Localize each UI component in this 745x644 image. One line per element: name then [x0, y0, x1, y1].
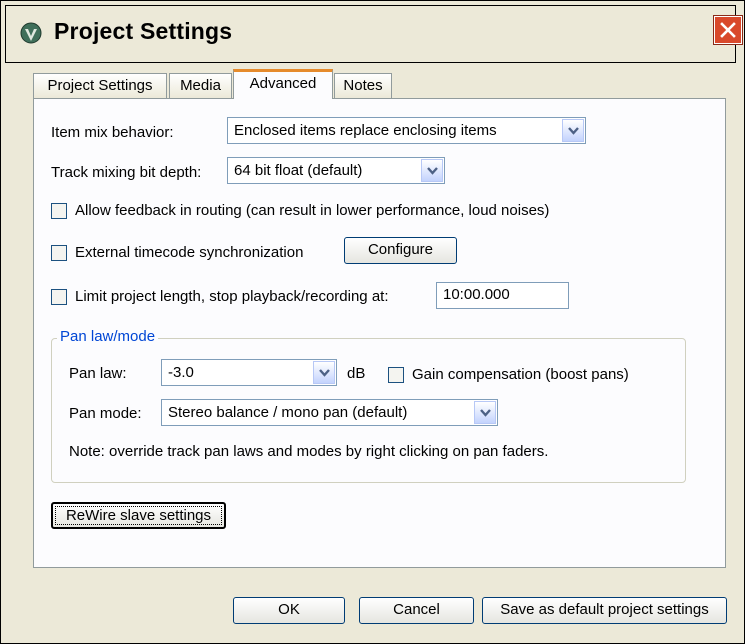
cancel-button[interactable]: Cancel [359, 597, 474, 624]
tab-project-settings[interactable]: Project Settings [33, 73, 167, 98]
bit-depth-dropdown[interactable]: 64 bit float (default) [227, 157, 445, 184]
ok-button[interactable]: OK [233, 597, 345, 624]
configure-button[interactable]: Configure [344, 237, 457, 264]
chevron-down-icon[interactable] [313, 361, 335, 384]
limit-length-field[interactable] [436, 282, 569, 309]
tab-advanced[interactable]: Advanced [233, 69, 333, 99]
pan-law-label: Pan law: [69, 365, 127, 382]
pan-law-group-title: Pan law/mode [57, 328, 159, 345]
close-button[interactable] [713, 15, 743, 45]
gain-compensation-checkbox[interactable] [388, 367, 404, 383]
limit-length-input[interactable] [437, 283, 568, 306]
tab-notes[interactable]: Notes [334, 73, 392, 98]
limit-length-label: Limit project length, stop playback/reco… [75, 288, 389, 305]
pan-law-value: -3.0 [168, 364, 194, 381]
pan-law-dropdown[interactable]: -3.0 [161, 359, 337, 386]
limit-length-checkbox[interactable] [51, 289, 67, 305]
allow-feedback-checkbox[interactable] [51, 203, 67, 219]
title-bar[interactable]: Project Settings [5, 5, 743, 63]
reaper-app-icon [20, 22, 42, 44]
timecode-sync-checkbox[interactable] [51, 245, 67, 261]
chevron-down-icon[interactable] [562, 119, 584, 142]
timecode-sync-label: External timecode synchronization [75, 244, 304, 261]
gain-compensation-label: Gain compensation (boost pans) [412, 366, 629, 383]
item-mix-dropdown[interactable]: Enclosed items replace enclosing items [227, 117, 586, 144]
pan-mode-value: Stereo balance / mono pan (default) [168, 404, 408, 421]
save-default-button[interactable]: Save as default project settings [482, 597, 727, 624]
chevron-down-icon[interactable] [474, 401, 496, 424]
pan-note: Note: override track pan laws and modes … [69, 443, 549, 460]
pan-mode-label: Pan mode: [69, 405, 142, 422]
pan-mode-dropdown[interactable]: Stereo balance / mono pan (default) [161, 399, 498, 426]
rewire-slave-settings-button[interactable]: ReWire slave settings [51, 502, 226, 529]
chevron-down-icon[interactable] [421, 159, 443, 182]
tab-media[interactable]: Media [169, 73, 232, 98]
item-mix-value: Enclosed items replace enclosing items [234, 122, 497, 139]
project-settings-dialog: Project Settings Project Settings Media … [0, 0, 745, 644]
bit-depth-value: 64 bit float (default) [234, 162, 363, 179]
db-unit-label: dB [347, 365, 366, 382]
bit-depth-label: Track mixing bit depth: [51, 164, 202, 181]
item-mix-label: Item mix behavior: [51, 124, 174, 141]
window-title: Project Settings [54, 18, 233, 44]
allow-feedback-label: Allow feedback in routing (can result in… [75, 202, 550, 219]
close-icon [720, 22, 736, 38]
